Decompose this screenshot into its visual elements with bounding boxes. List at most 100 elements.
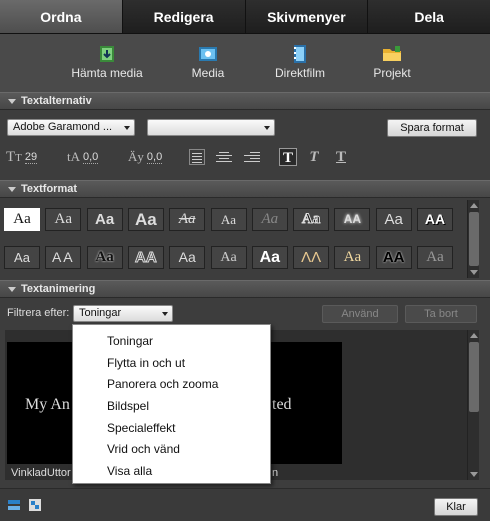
tracking-control[interactable]: Äy 0,0 (128, 149, 163, 165)
text-format-swatch[interactable]: Aa (210, 208, 247, 231)
text-format-swatch[interactable]: Aa (4, 208, 40, 231)
tracking-icon: Äy (128, 149, 144, 164)
tab-bar: Ordna Redigera Skivmenyer Dela (0, 0, 490, 34)
collapse-icon (8, 98, 16, 104)
font-select-value: Adobe Garamond ... (13, 121, 113, 133)
menu-item-flytta-in-och-ut[interactable]: Flytta in och ut (73, 353, 270, 375)
align-right-button[interactable] (244, 150, 260, 164)
media-button[interactable]: Media (162, 34, 254, 92)
text-format-swatch[interactable]: AA (45, 246, 82, 269)
tracking-value[interactable]: 0,0 (146, 151, 163, 164)
chevron-down-icon (162, 312, 168, 316)
text-format-swatch[interactable]: Aa (169, 208, 206, 231)
text-format-swatch[interactable]: AA (375, 246, 412, 269)
font-select[interactable]: Adobe Garamond ... (7, 119, 135, 136)
menu-item-toningar[interactable]: Toningar (73, 331, 270, 353)
text-format-swatch[interactable]: Aa (127, 208, 164, 231)
preview-text-right: ted (272, 396, 292, 413)
menu-item-bildspel[interactable]: Bildspel (73, 396, 270, 418)
filter-dropdown-menu: Toningar Flytta in och ut Panorera och z… (72, 324, 271, 484)
direct-film-label: Direktfilm (275, 66, 325, 80)
scroll-thumb[interactable] (469, 342, 479, 412)
filter-label: Filtrera efter: (7, 307, 70, 319)
done-button[interactable]: Klar (434, 498, 478, 516)
menu-item-specialeffekt[interactable]: Specialeffekt (73, 418, 270, 440)
scroll-down-icon[interactable] (470, 472, 478, 477)
leading-control[interactable]: tA 0,0 (67, 149, 99, 165)
text-format-scrollbar[interactable] (467, 200, 479, 278)
animation-scrollbar[interactable] (467, 330, 479, 480)
text-format-swatch[interactable]: Aa (251, 208, 288, 231)
text-format-header[interactable]: Textformat (0, 180, 490, 198)
leading-icon: tA (67, 149, 80, 164)
text-format-swatch[interactable]: Aa (169, 246, 206, 269)
text-format-swatch[interactable]: Aa (293, 208, 330, 231)
text-format-swatch[interactable]: Aa (334, 246, 371, 269)
preview-text-left: My An (25, 396, 70, 413)
text-format-swatch[interactable]: Aa (4, 246, 40, 269)
tab-redigera[interactable]: Redigera (122, 0, 246, 33)
text-animation-header[interactable]: Textanimering (0, 280, 490, 298)
leading-value[interactable]: 0,0 (83, 151, 99, 164)
project-label: Projekt (373, 66, 411, 80)
film-import-icon (100, 46, 114, 62)
scroll-up-icon[interactable] (470, 203, 478, 208)
font-size-icon: TT (6, 149, 22, 165)
text-format-swatch[interactable]: ΛΛ (293, 246, 330, 269)
font-size-value[interactable]: 29 (24, 151, 38, 164)
layout-icon[interactable] (28, 498, 42, 512)
collapse-icon (8, 186, 16, 192)
text-format-swatch[interactable]: AA (334, 208, 371, 231)
project-button[interactable]: Projekt (346, 34, 438, 92)
menu-item-panorera-och-zooma[interactable]: Panorera och zooma (73, 374, 270, 396)
show-panels-icon[interactable] (7, 498, 21, 512)
scroll-thumb[interactable] (469, 212, 479, 266)
toolbar: Hämta media Media Direktfilm Projekt (0, 34, 490, 92)
folder-icon (383, 46, 401, 61)
bottom-bar: Klar (0, 488, 490, 521)
direct-film-button[interactable]: Direktfilm (254, 34, 346, 92)
text-style-italic-button[interactable]: T (305, 148, 323, 166)
text-format-title: Textformat (21, 183, 78, 195)
text-style-bold-button[interactable]: T (279, 148, 297, 166)
menu-item-visa-alla[interactable]: Visa alla (73, 461, 270, 483)
font-style-select[interactable] (147, 119, 275, 136)
text-format-swatch[interactable]: AA (127, 246, 164, 269)
text-format-swatch[interactable]: Aa (210, 246, 247, 269)
preview-caption-right: n (272, 467, 279, 479)
media-label: Media (191, 66, 225, 80)
tab-skivmenyer[interactable]: Skivmenyer (245, 0, 369, 33)
collapse-icon (8, 286, 16, 292)
filter-select-value: Toningar (79, 307, 122, 319)
preview-caption-left: VinkladUttor (11, 467, 71, 479)
get-media-label: Hämta media (71, 66, 143, 80)
film-strip-icon (294, 45, 306, 63)
text-animation-title: Textanimering (21, 283, 96, 295)
media-icon (199, 47, 217, 61)
text-format-swatch[interactable]: AA (417, 208, 453, 231)
save-format-button[interactable]: Spara format (387, 119, 477, 137)
scroll-up-icon[interactable] (470, 333, 478, 338)
tab-ordna[interactable]: Ordna (0, 0, 123, 33)
font-size-control[interactable]: TT 29 (6, 149, 38, 166)
text-format-swatch[interactable]: Aa (417, 246, 453, 269)
remove-button[interactable]: Ta bort (405, 305, 477, 323)
text-options-title: Textalternativ (21, 95, 92, 107)
menu-item-vrid-och-vand[interactable]: Vrid och vänd (73, 439, 270, 461)
tab-dela[interactable]: Dela (368, 0, 490, 33)
align-left-button[interactable] (189, 149, 205, 165)
text-style-underline-button[interactable]: T (332, 148, 350, 166)
get-media-button[interactable]: Hämta media (52, 34, 162, 92)
text-format-swatch[interactable]: Aa (375, 208, 412, 231)
apply-button[interactable]: Använd (322, 305, 398, 323)
filter-select[interactable]: Toningar (73, 305, 173, 322)
text-options-header[interactable]: Textalternativ (0, 92, 490, 110)
scroll-down-icon[interactable] (470, 270, 478, 275)
text-format-swatch[interactable]: Aa (86, 246, 123, 269)
align-center-button[interactable] (216, 150, 232, 164)
text-format-swatch[interactable]: Aa (251, 246, 288, 269)
chevron-down-icon (264, 126, 270, 130)
text-format-swatch[interactable]: Aa (86, 208, 123, 231)
chevron-down-icon (124, 126, 130, 130)
text-format-swatch[interactable]: Aa (45, 208, 82, 231)
